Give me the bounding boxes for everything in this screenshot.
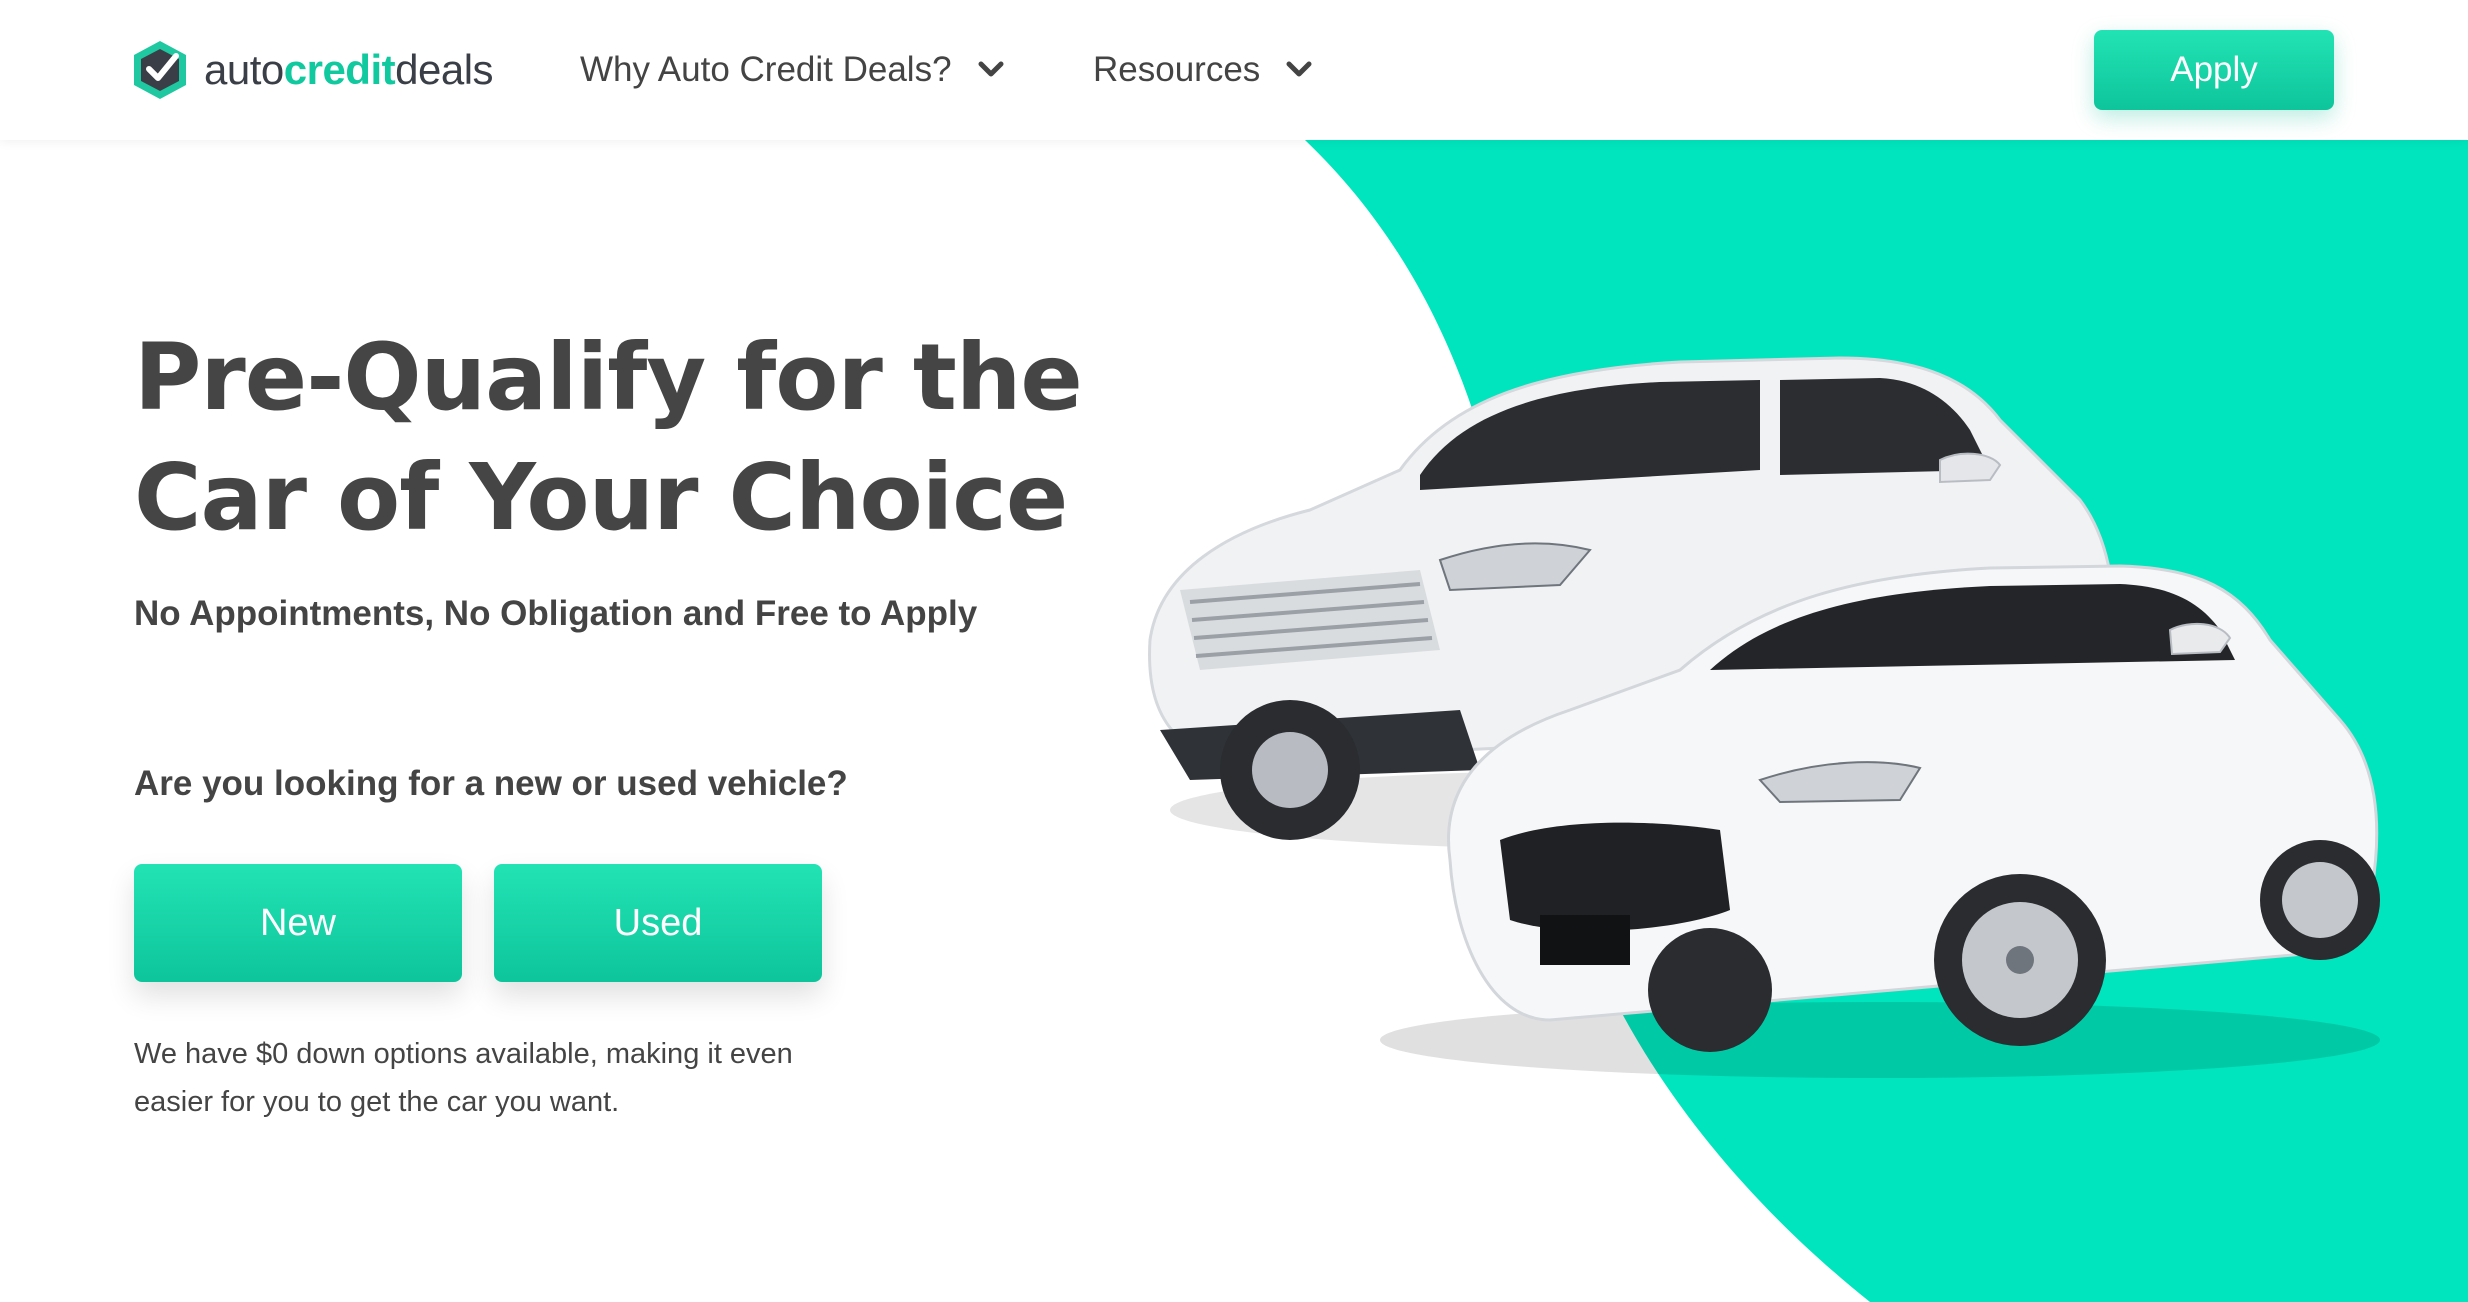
logo-text-deals: deals [395,46,494,93]
hero-subtitle: No Appointments, No Obligation and Free … [134,594,978,633]
logo-text-credit: credit [283,46,396,93]
nav-why-auto-credit-deals[interactable]: Why Auto Credit Deals? [580,44,1004,96]
chevron-down-icon [978,61,1004,77]
chevron-down-icon [1286,61,1312,77]
site-header: autocreditdeals Why Auto Credit Deals? R… [0,0,2468,140]
logo-text: autocreditdeals [204,46,494,93]
zero-down-note: We have $0 down options available, makin… [134,1038,793,1118]
logo-hexagon-check-icon [134,41,186,99]
nav-resources-label: Resources [1093,50,1261,89]
vehicle-question: Are you looking for a new or used vehicl… [134,764,848,803]
page: autocreditdeals Why Auto Credit Deals? R… [0,0,2468,1302]
cars-illustration [1148,356,2380,1078]
used-vehicle-button[interactable]: Used [494,864,822,982]
new-vehicle-button[interactable]: New [134,864,462,982]
nav-resources[interactable]: Resources [1093,44,1312,96]
logo[interactable]: autocreditdeals [132,38,494,102]
logo-text-auto: auto [204,46,284,93]
hero-title: Pre-Qualify for the Car of Your Choice [134,324,1083,551]
nav-why-label: Why Auto Credit Deals? [580,50,952,89]
apply-button[interactable]: Apply [2094,30,2334,110]
